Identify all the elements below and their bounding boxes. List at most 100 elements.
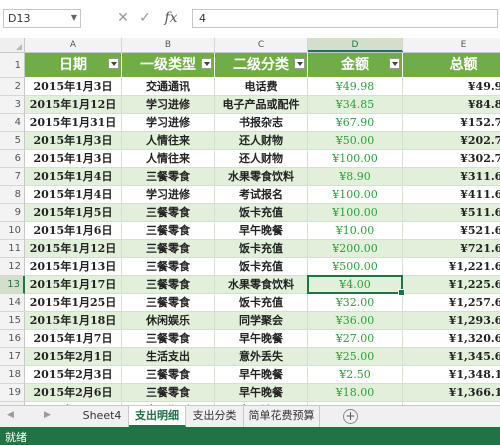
type2-cell[interactable]: 书报杂志 [215,114,308,132]
filter-dropdown-icon[interactable] [201,58,212,69]
date-cell[interactable]: 2015年1月5日 [25,204,122,222]
date-cell[interactable]: 2015年1月31日 [25,114,122,132]
amount-cell[interactable]: ¥18.00 [308,384,403,402]
amount-cell[interactable]: ¥10.00 [308,222,403,240]
type2-cell[interactable]: 早午晚餐 [215,330,308,348]
row-header[interactable]: 8 [0,186,25,204]
date-cell[interactable]: 2015年1月3日 [25,132,122,150]
row-header[interactable]: 9 [0,204,25,222]
total-cell[interactable]: ¥152.73 [403,114,500,132]
amount-cell[interactable]: ¥67.90 [308,114,403,132]
type1-cell[interactable]: 三餐零食 [122,276,215,294]
add-sheet-icon[interactable]: + [343,409,358,424]
scroll-left-icon[interactable]: ◀ [7,410,14,420]
header-cell[interactable]: 日期 [25,53,122,78]
type1-cell[interactable]: 学习进修 [122,96,215,114]
total-cell[interactable]: ¥202.73 [403,132,500,150]
scroll-right-icon[interactable]: ▶ [44,410,51,420]
type1-cell[interactable]: 生活支出 [122,348,215,366]
date-cell[interactable]: 2015年1月4日 [25,168,122,186]
date-cell[interactable]: 2015年1月13日 [25,258,122,276]
type1-cell[interactable]: 学习进修 [122,114,215,132]
type2-cell[interactable]: 同学聚会 [215,312,308,330]
type1-cell[interactable]: 三餐零食 [122,384,215,402]
type1-cell[interactable]: 三餐零食 [122,294,215,312]
name-box[interactable]: D13 ▼ [3,9,81,28]
header-cell[interactable]: 总额 [403,53,500,78]
total-cell[interactable]: ¥1,320.63 [403,330,500,348]
column-header-e[interactable]: E [403,38,500,52]
date-cell[interactable]: 2015年1月7日 [25,330,122,348]
type2-cell[interactable]: 考试报名 [215,186,308,204]
type2-cell[interactable]: 还人财物 [215,150,308,168]
type2-cell[interactable]: 电子产品或配件 [215,96,308,114]
row-header[interactable]: 16 [0,330,25,348]
date-cell[interactable]: 2015年1月6日 [25,222,122,240]
type1-cell[interactable]: 三餐零食 [122,240,215,258]
row-header[interactable]: 19 [0,384,25,402]
total-cell[interactable]: ¥49.98 [403,78,500,96]
amount-cell[interactable]: ¥32.00 [308,294,403,312]
type1-cell[interactable]: 三餐零食 [122,222,215,240]
total-cell[interactable]: ¥302.73 [403,150,500,168]
sheet-tab[interactable]: 支出明细 [129,406,186,427]
total-cell[interactable]: ¥511.63 [403,204,500,222]
total-cell[interactable]: ¥721.63 [403,240,500,258]
date-cell[interactable]: 2015年2月1日 [25,348,122,366]
function-icon[interactable]: fx [162,8,180,28]
row-header[interactable]: 10 [0,222,25,240]
type2-cell[interactable]: 饭卡充值 [215,294,308,312]
row-header[interactable]: 5 [0,132,25,150]
type1-cell[interactable]: 学习进修 [122,186,215,204]
date-cell[interactable]: 2015年1月3日 [25,78,122,96]
type2-cell[interactable]: 电话费 [215,78,308,96]
row-header[interactable]: 18 [0,366,25,384]
type2-cell[interactable]: 饭卡充值 [215,204,308,222]
row-header[interactable]: 14 [0,294,25,312]
row-header[interactable]: 12 [0,258,25,276]
date-cell[interactable]: 2015年1月12日 [25,96,122,114]
amount-cell[interactable]: ¥100.00 [308,150,403,168]
row-header[interactable]: 6 [0,150,25,168]
type1-cell[interactable]: 人情往来 [122,150,215,168]
amount-cell[interactable]: ¥500.00 [308,258,403,276]
total-cell[interactable]: ¥1,225.63 [403,276,500,294]
row-header[interactable]: 15 [0,312,25,330]
total-cell[interactable]: ¥1,348.13 [403,366,500,384]
cancel-icon[interactable]: ✕ [114,8,132,28]
amount-cell[interactable]: ¥8.90 [308,168,403,186]
enter-check-icon[interactable]: ✓ [136,8,154,28]
amount-cell[interactable]: ¥25.00 [308,348,403,366]
amount-cell[interactable]: ¥27.00 [308,330,403,348]
row-header[interactable]: 13 [0,276,25,294]
type1-cell[interactable]: 三餐零食 [122,204,215,222]
total-cell[interactable]: ¥1,366.13 [403,384,500,402]
column-header-a[interactable]: A [25,38,122,52]
row-header[interactable]: 17 [0,348,25,366]
amount-cell[interactable]: ¥100.00 [308,186,403,204]
amount-cell[interactable]: ¥50.00 [308,132,403,150]
formula-input[interactable]: 4 [192,9,498,28]
column-header-c[interactable]: C [215,38,308,52]
total-cell[interactable]: ¥311.63 [403,168,500,186]
header-cell[interactable]: 一级类型 [122,53,215,78]
type2-cell[interactable]: 饭卡充值 [215,258,308,276]
column-header-b[interactable]: B [122,38,215,52]
type1-cell[interactable]: 交通通讯 [122,78,215,96]
header-cell[interactable]: 二级分类 [215,53,308,78]
type2-cell[interactable]: 饭卡充值 [215,240,308,258]
sheet-tab[interactable]: 简单花费预算 [244,406,320,427]
chevron-down-icon[interactable]: ▼ [71,13,77,22]
amount-cell[interactable]: ¥4.00 [308,276,403,294]
date-cell[interactable]: 2015年1月4日 [25,186,122,204]
type2-cell[interactable]: 早午晚餐 [215,222,308,240]
row-header[interactable]: 1 [0,53,25,78]
row-header[interactable]: 2 [0,78,25,96]
type1-cell[interactable]: 三餐零食 [122,330,215,348]
date-cell[interactable]: 2015年1月3日 [25,150,122,168]
date-cell[interactable]: 2015年2月3日 [25,366,122,384]
type2-cell[interactable]: 水果零食饮料 [215,276,308,294]
amount-cell[interactable]: ¥100.00 [308,204,403,222]
header-cell[interactable]: 金额 [308,53,403,78]
row-header[interactable]: 11 [0,240,25,258]
